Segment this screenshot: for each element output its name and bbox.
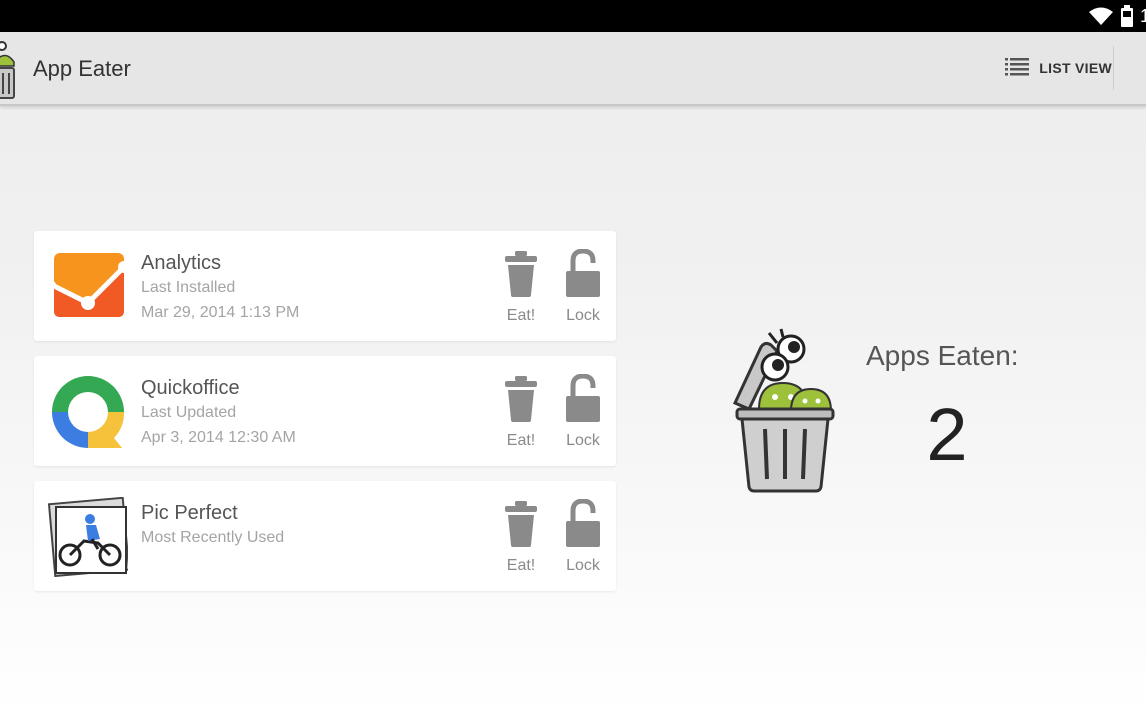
eat-label: Eat! bbox=[506, 557, 536, 574]
app-card[interactable]: Pic Perfect Most Recently Used Eat! Lock bbox=[34, 481, 616, 591]
apps-eaten-count: 2 bbox=[926, 393, 968, 476]
eat-button[interactable]: Eat! bbox=[495, 249, 547, 331]
wifi-icon bbox=[1088, 6, 1114, 26]
unlock-icon bbox=[566, 249, 600, 297]
pic-perfect-icon bbox=[47, 496, 131, 578]
status-clock: 1 bbox=[1139, 5, 1146, 26]
trash-mascot-icon bbox=[725, 325, 840, 495]
list-view-button[interactable]: LIST VIEW bbox=[1005, 32, 1112, 104]
lock-button[interactable]: Lock bbox=[557, 249, 609, 331]
lock-button[interactable]: Lock bbox=[557, 499, 609, 581]
lock-label: Lock bbox=[566, 557, 600, 574]
app-title: App Eater bbox=[33, 56, 131, 81]
app-status: Most Recently Used bbox=[141, 529, 285, 546]
list-icon bbox=[1005, 57, 1030, 80]
app-date: Mar 29, 2014 1:13 PM bbox=[141, 304, 300, 321]
eat-label: Eat! bbox=[506, 307, 536, 324]
apps-eaten-label: Apps Eaten: bbox=[866, 340, 1019, 371]
lock-label: Lock bbox=[566, 307, 600, 324]
action-bar: App Eater LIST VIEW bbox=[0, 32, 1146, 106]
eat-button[interactable]: Eat! bbox=[495, 499, 547, 581]
action-bar-divider bbox=[1113, 46, 1114, 90]
status-bar: 1 bbox=[0, 0, 1146, 32]
list-view-label: LIST VIEW bbox=[1039, 60, 1112, 76]
trash-icon bbox=[505, 376, 537, 422]
lock-label: Lock bbox=[566, 432, 600, 449]
app-name: Analytics bbox=[141, 252, 222, 274]
app-card[interactable]: Analytics Last Installed Mar 29, 2014 1:… bbox=[34, 231, 616, 341]
unlock-icon bbox=[566, 499, 600, 547]
unlock-icon bbox=[566, 374, 600, 422]
trash-icon bbox=[505, 501, 537, 547]
trash-icon bbox=[505, 251, 537, 297]
app-name: Quickoffice bbox=[141, 377, 240, 399]
lock-button[interactable]: Lock bbox=[557, 374, 609, 456]
app-name: Pic Perfect bbox=[141, 502, 238, 524]
eat-label: Eat! bbox=[506, 432, 536, 449]
battery-icon bbox=[1120, 5, 1134, 27]
eat-button[interactable]: Eat! bbox=[495, 374, 547, 456]
app-card[interactable]: Quickoffice Last Updated Apr 3, 2014 12:… bbox=[34, 356, 616, 466]
app-status: Last Updated bbox=[141, 404, 237, 421]
app-date: Apr 3, 2014 12:30 AM bbox=[141, 429, 296, 446]
status-icons: 1 bbox=[1088, 4, 1146, 28]
app-logo[interactable] bbox=[0, 40, 16, 100]
analytics-icon bbox=[48, 247, 130, 327]
app-status: Last Installed bbox=[141, 279, 236, 296]
quickoffice-icon bbox=[48, 372, 128, 452]
